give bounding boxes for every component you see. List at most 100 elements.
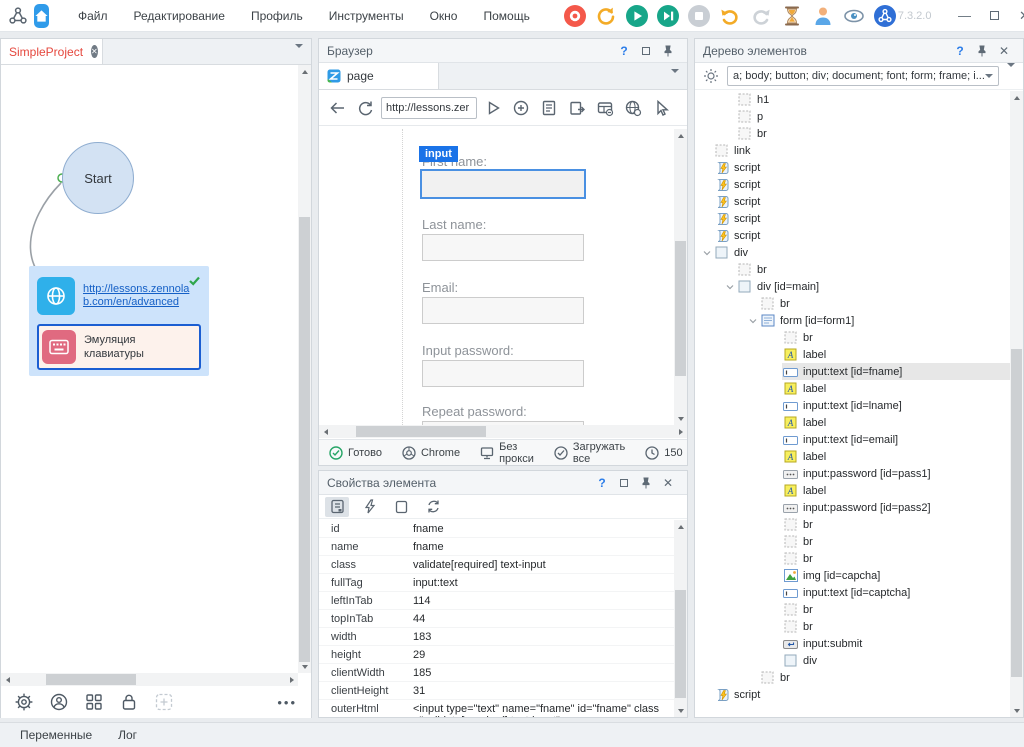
maximize-button[interactable]	[979, 4, 1009, 28]
browser-vscrollbar[interactable]	[674, 129, 687, 425]
tree-item-h1[interactable]: h1	[695, 91, 1010, 108]
tree-item-div-id-main[interactable]: div [id=main]	[695, 278, 1010, 295]
flow-action-keyboard-emulation[interactable]: Эмуляция клавиатуры	[37, 324, 201, 370]
tree-item-br[interactable]: br	[695, 295, 1010, 312]
chevron-down-icon[interactable]	[700, 249, 713, 257]
tree-item-p[interactable]: p	[695, 108, 1010, 125]
lock-icon[interactable]	[118, 691, 140, 713]
tree-item-br[interactable]: br	[695, 125, 1010, 142]
tree-item-img-id-capcha[interactable]: img [id=capcha]	[695, 567, 1010, 584]
form-input[interactable]	[420, 169, 586, 199]
flow-start-node[interactable]: Start	[62, 142, 134, 214]
page-export-icon[interactable]	[565, 96, 589, 120]
tree-item-script[interactable]: script	[695, 686, 1010, 703]
refresh-icon[interactable]	[353, 96, 377, 120]
tab-simpleproject[interactable]: SimpleProject ✕	[1, 39, 103, 64]
tree-item-br[interactable]: br	[695, 533, 1010, 550]
canvas-hscrollbar[interactable]	[1, 673, 298, 686]
bottom-tab-переменные[interactable]: Переменные	[20, 728, 92, 742]
property-row-clientWidth[interactable]: clientWidth185	[319, 664, 674, 682]
form-input[interactable]	[422, 297, 584, 324]
tree-item-script[interactable]: script	[695, 193, 1010, 210]
zoom-add-icon[interactable]	[509, 96, 533, 120]
browser-viewport[interactable]: input First name:Last name:Email:Input p…	[319, 129, 687, 425]
browser-tabs-dropdown-icon[interactable]	[671, 73, 679, 91]
settings-gear-icon[interactable]	[13, 691, 35, 713]
tree-options-dropdown-icon[interactable]	[1007, 67, 1015, 85]
help-icon[interactable]: ?	[591, 474, 613, 492]
maximize-panel-icon[interactable]	[613, 474, 635, 492]
property-row-class[interactable]: classvalidate[required] text-input	[319, 556, 674, 574]
status-check-green[interactable]: Готово	[329, 446, 382, 460]
pin-icon[interactable]	[657, 42, 679, 60]
menu-файл[interactable]: Файл	[67, 4, 119, 28]
tree-item-input-text-id-lname[interactable]: input:text [id=lname]	[695, 397, 1010, 414]
copy-icon[interactable]	[389, 497, 413, 517]
tree-vscrollbar[interactable]	[1010, 91, 1023, 717]
tree-item-label[interactable]: Alabel	[695, 448, 1010, 465]
hourglass-icon[interactable]	[780, 3, 805, 28]
undo-icon[interactable]	[718, 3, 743, 28]
pin-icon[interactable]	[971, 42, 993, 60]
pin-icon[interactable]	[635, 474, 657, 492]
status-check-gray[interactable]: Загружать все	[554, 441, 625, 465]
network-icon[interactable]	[621, 96, 645, 120]
profile-circle-icon[interactable]	[48, 691, 70, 713]
property-row-height[interactable]: height29	[319, 646, 674, 664]
tree-item-br[interactable]: br	[695, 601, 1010, 618]
select-element-icon[interactable]	[649, 96, 673, 120]
property-row-id[interactable]: idfname	[319, 520, 674, 538]
tree-item-br[interactable]: br	[695, 329, 1010, 346]
tree-item-input-text-id-captcha[interactable]: input:text [id=captcha]	[695, 584, 1010, 601]
chevron-down-icon[interactable]	[723, 283, 736, 291]
filter-settings-icon[interactable]	[703, 68, 719, 84]
more-options-button[interactable]: •••	[277, 695, 297, 710]
tree-item-input-text-id-fname[interactable]: input:text [id=fname]	[695, 363, 1010, 380]
tree-item-script[interactable]: script	[695, 176, 1010, 193]
form-input[interactable]	[422, 360, 584, 387]
property-row-width[interactable]: width183	[319, 628, 674, 646]
tree-item-label[interactable]: Alabel	[695, 414, 1010, 431]
tree-item-br[interactable]: br	[695, 550, 1010, 567]
close-panel-icon[interactable]: ✕	[657, 474, 679, 492]
chevron-down-icon[interactable]	[746, 317, 759, 325]
browser-hscrollbar[interactable]	[319, 425, 687, 438]
grid-view-icon[interactable]	[83, 691, 105, 713]
tree-item-link[interactable]: link	[695, 142, 1010, 159]
property-row-topInTab[interactable]: topInTab44	[319, 610, 674, 628]
menu-окно[interactable]: Окно	[419, 4, 469, 28]
properties-vscrollbar[interactable]	[674, 520, 687, 717]
canvas-vscrollbar[interactable]	[298, 65, 311, 673]
zenno-service-icon[interactable]	[873, 3, 898, 28]
tree-item-br[interactable]: br	[695, 618, 1010, 635]
status-monitor[interactable]: Без прокси	[480, 441, 534, 465]
property-row-fullTag[interactable]: fullTaginput:text	[319, 574, 674, 592]
tab-page[interactable]: page	[319, 63, 439, 89]
help-icon[interactable]: ?	[949, 42, 971, 60]
tree-item-div[interactable]: div	[695, 652, 1010, 669]
tag-filter-combobox[interactable]: a; body; button; div; document; font; fo…	[727, 66, 999, 86]
tree-item-input-password-id-pass2[interactable]: input:password [id=pass2]	[695, 499, 1010, 516]
action-url-link[interactable]: http://lessons.zennola b.com/en/advanced	[83, 283, 189, 309]
property-row-leftInTab[interactable]: leftInTab114	[319, 592, 674, 610]
property-row-outerHtml[interactable]: outerHtml<input type="text" name="fname"…	[319, 700, 674, 717]
status-chrome[interactable]: Chrome	[402, 446, 460, 460]
tree-item-input-text-id-email[interactable]: input:text [id=email]	[695, 431, 1010, 448]
close-button[interactable]: ✕	[1009, 4, 1024, 28]
page-source-icon[interactable]	[537, 96, 561, 120]
close-panel-icon[interactable]: ✕	[993, 42, 1015, 60]
tree-item-script[interactable]: script	[695, 210, 1010, 227]
menu-помощь[interactable]: Помощь	[472, 4, 540, 28]
bottom-tab-лог[interactable]: Лог	[118, 728, 137, 742]
project-tabs-dropdown-icon[interactable]	[295, 48, 303, 66]
refresh-properties-icon[interactable]	[421, 497, 445, 517]
status-clock[interactable]: 150	[645, 446, 682, 460]
menu-профиль[interactable]: Профиль	[240, 4, 314, 28]
events-lightning-icon[interactable]	[357, 497, 381, 517]
record-icon[interactable]	[563, 3, 588, 28]
restart-icon[interactable]	[594, 3, 619, 28]
tab-close-icon[interactable]: ✕	[91, 45, 98, 58]
tree-item-input-password-id-pass1[interactable]: input:password [id=pass1]	[695, 465, 1010, 482]
form-input[interactable]	[422, 234, 584, 261]
tree-item-form-id-form1[interactable]: form [id=form1]	[695, 312, 1010, 329]
